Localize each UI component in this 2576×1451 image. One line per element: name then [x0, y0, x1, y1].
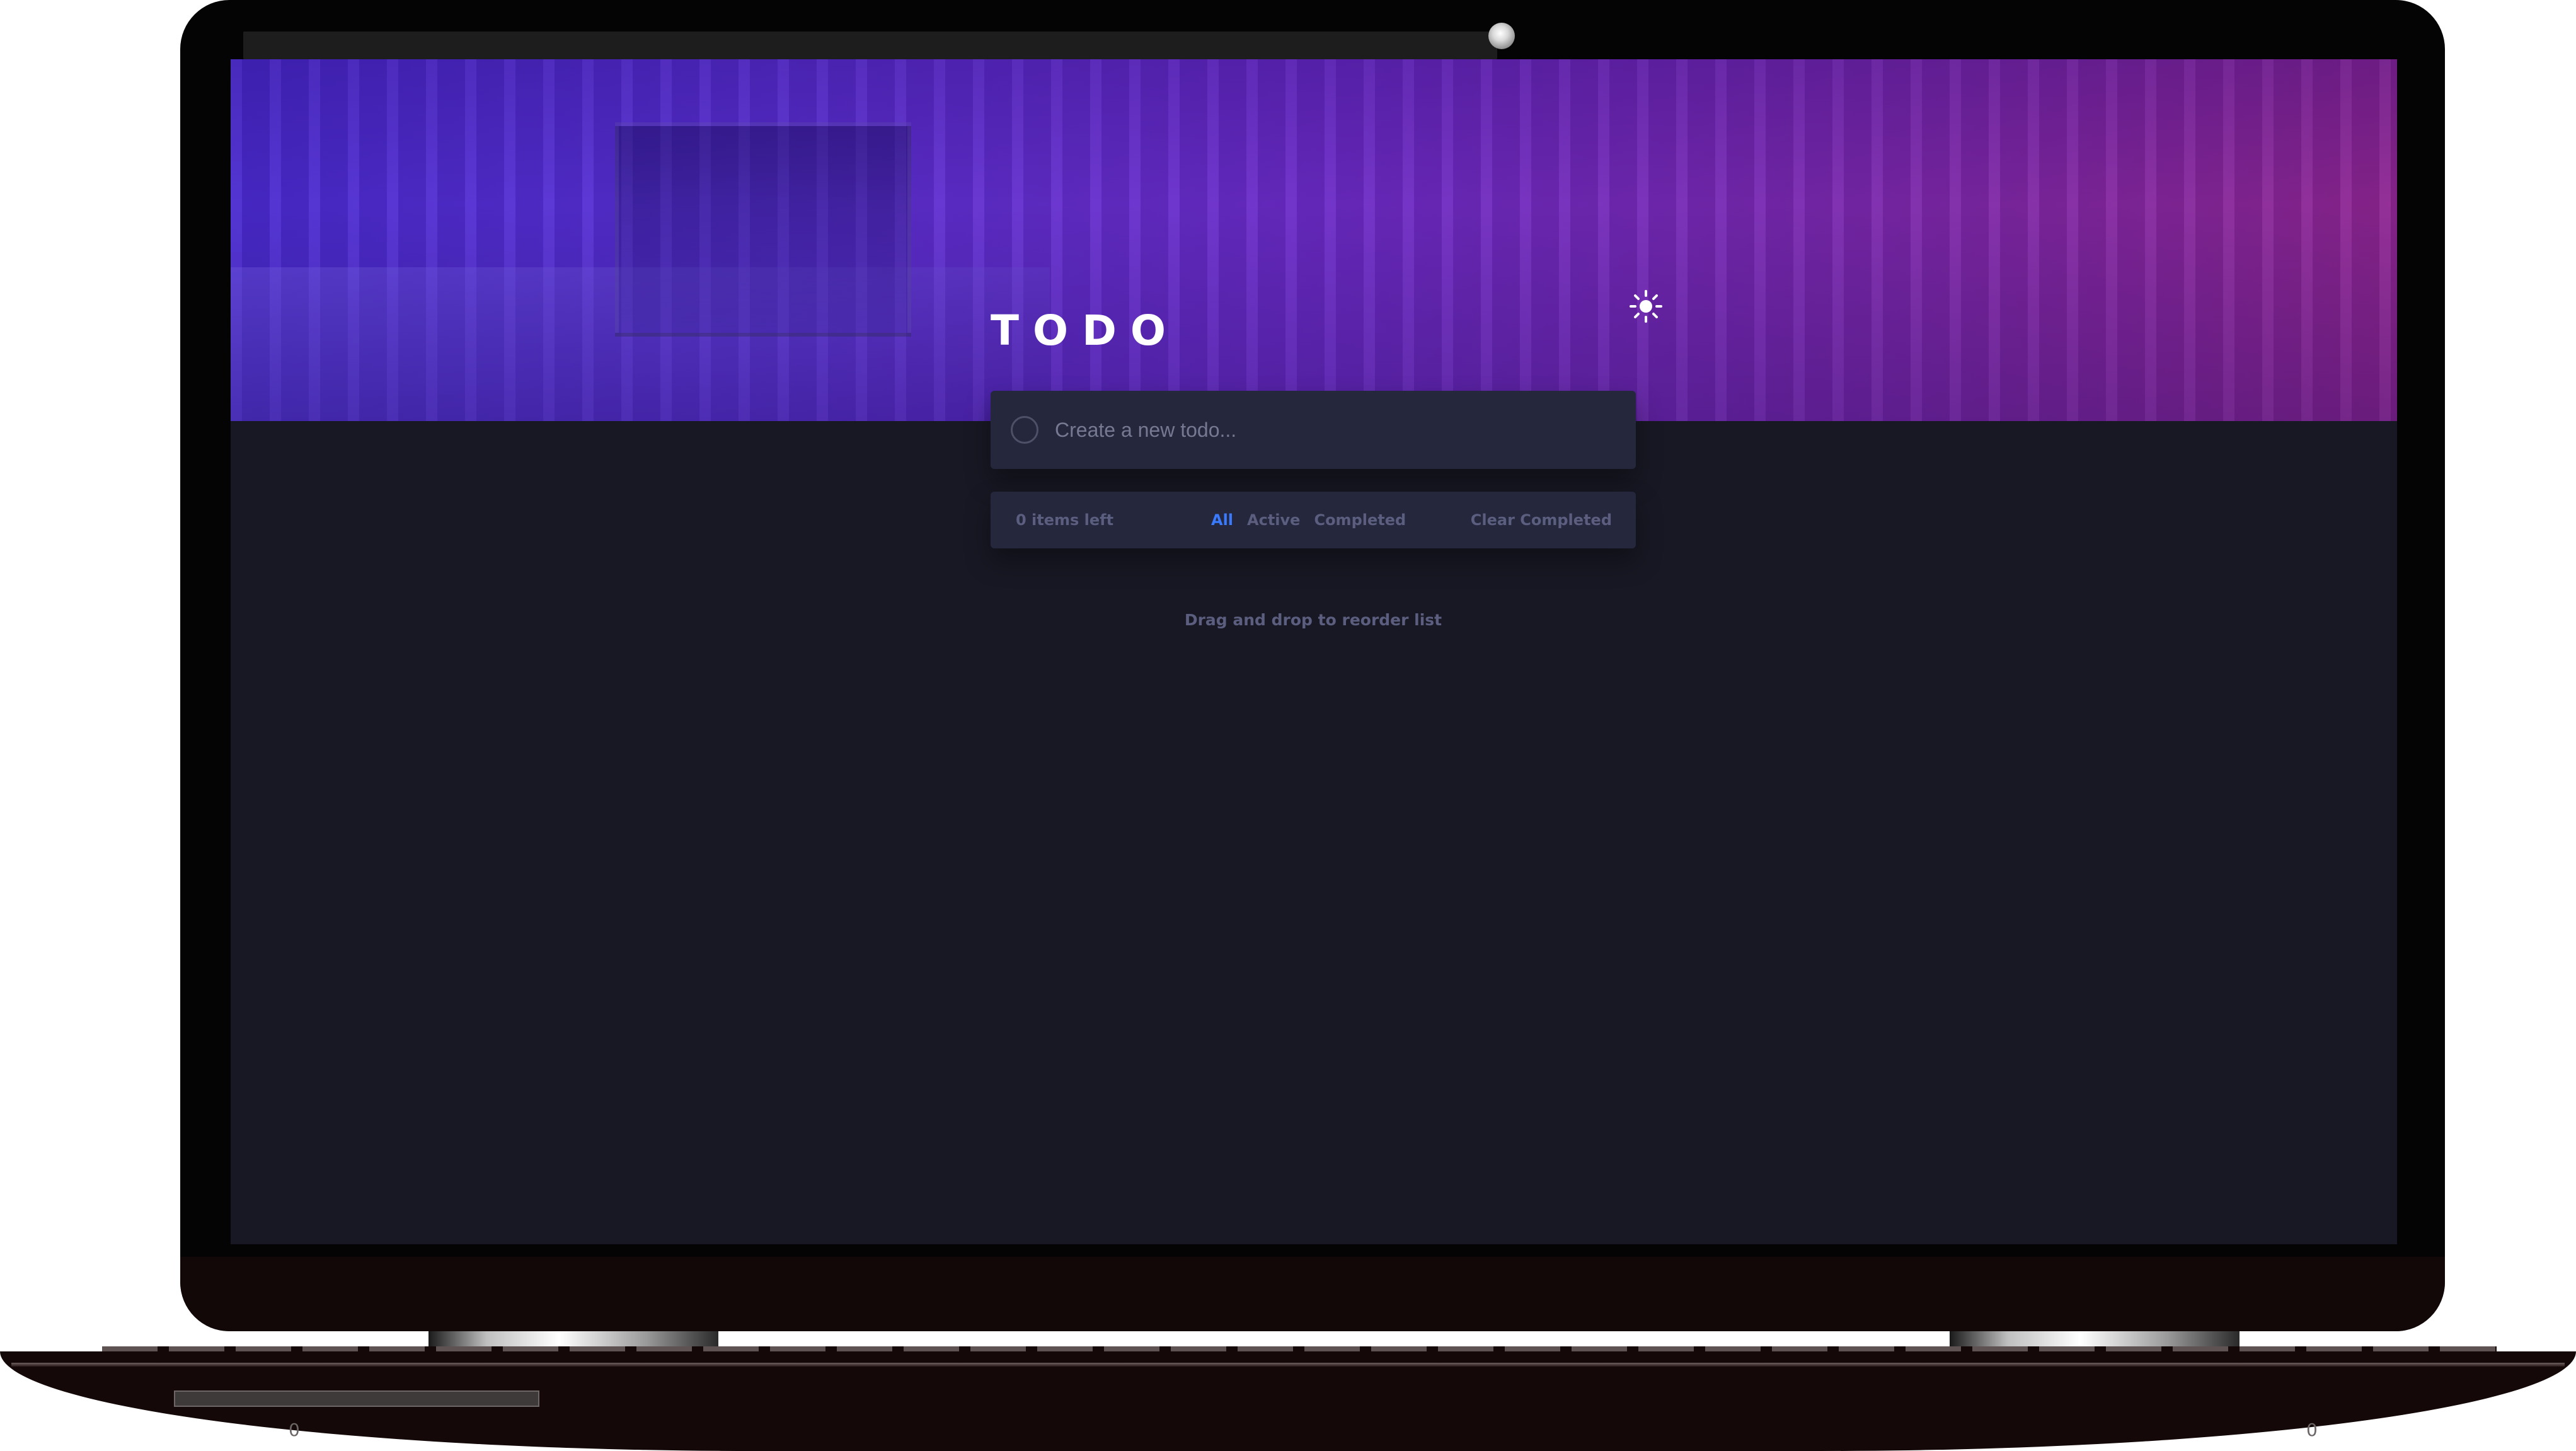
new-todo-input[interactable] — [1054, 405, 1614, 455]
laptop-lid: TODO 0 items — [180, 0, 2445, 1331]
base-mark-right: 0 — [2306, 1419, 2318, 1440]
camera-bar — [243, 32, 1497, 59]
filter-active[interactable]: Active — [1247, 512, 1300, 528]
laptop-screen: TODO 0 items — [231, 59, 2397, 1244]
hero-banner — [231, 59, 2397, 421]
base-mark-left: 0 — [289, 1419, 300, 1440]
reorder-hint: Drag and drop to reorder list — [1184, 611, 1442, 629]
items-left-count: 0 items left — [1016, 511, 1114, 529]
base-slot — [174, 1390, 539, 1407]
lid-chin — [180, 1257, 2445, 1331]
new-todo-checkbox[interactable] — [1011, 416, 1038, 444]
filter-completed[interactable]: Completed — [1314, 512, 1406, 528]
new-todo-card — [991, 391, 1636, 469]
clear-completed-button[interactable]: Clear Completed — [1471, 512, 1612, 528]
theme-toggle-button[interactable] — [1628, 289, 1664, 324]
base-rail — [11, 1363, 2565, 1367]
app-title: TODO — [991, 306, 1180, 356]
filter-all[interactable]: All — [1211, 512, 1233, 528]
filter-group: All Active Completed — [1211, 512, 1406, 528]
hero-overlay — [231, 59, 2397, 421]
sun-icon — [1630, 290, 1662, 323]
todo-footer: 0 items left All Active Completed Clear … — [991, 492, 1636, 548]
webcam — [1488, 23, 1515, 49]
